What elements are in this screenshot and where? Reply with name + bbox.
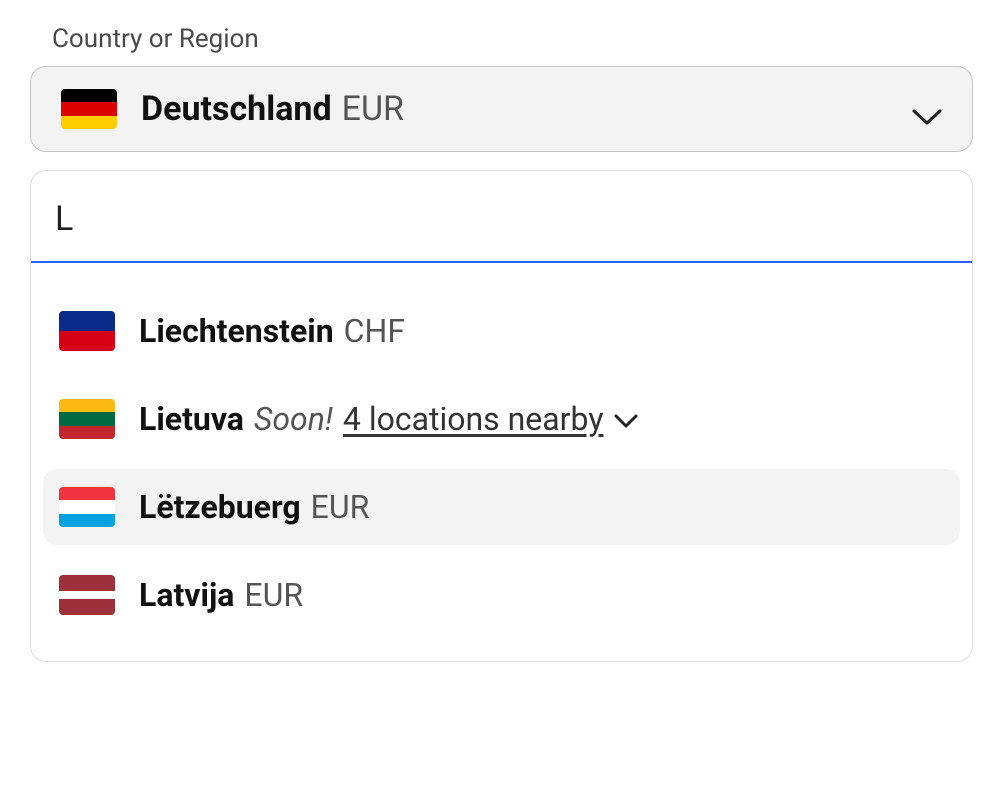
flag-icon-latvia bbox=[59, 575, 115, 615]
option-currency: EUR bbox=[244, 576, 303, 614]
field-label: Country or Region bbox=[52, 24, 973, 54]
chevron-down-icon[interactable] bbox=[613, 412, 639, 430]
flag-icon-germany bbox=[61, 89, 117, 129]
option-text: Latvija EUR bbox=[139, 576, 303, 614]
country-select[interactable]: Deutschland EUR bbox=[30, 66, 973, 152]
option-latvija[interactable]: Latvija EUR bbox=[43, 557, 960, 633]
option-name: Latvija bbox=[139, 576, 234, 614]
options-list: Liechtenstein CHF Lietuva Soon! 4 locati… bbox=[31, 263, 972, 633]
option-nearby-link[interactable]: 4 locations nearby bbox=[343, 400, 604, 438]
option-name: Lëtzebuerg bbox=[139, 488, 301, 526]
option-name: Liechtenstein bbox=[139, 312, 334, 350]
option-currency: EUR bbox=[311, 488, 370, 526]
option-text: Lëtzebuerg EUR bbox=[139, 488, 369, 526]
option-name: Lietuva bbox=[139, 400, 244, 438]
flag-icon-luxembourg bbox=[59, 487, 115, 527]
flag-icon-liechtenstein bbox=[59, 311, 115, 351]
flag-icon-lithuania bbox=[59, 399, 115, 439]
option-currency: CHF bbox=[344, 312, 405, 350]
selected-country-name: Deutschland bbox=[141, 92, 332, 126]
selected-value: Deutschland EUR bbox=[141, 92, 404, 126]
option-text: Liechtenstein CHF bbox=[139, 312, 405, 350]
country-search-input[interactable] bbox=[31, 171, 972, 263]
chevron-down-icon bbox=[910, 105, 944, 129]
option-letzebuerg[interactable]: Lëtzebuerg EUR bbox=[43, 469, 960, 545]
option-lietuva[interactable]: Lietuva Soon! 4 locations nearby bbox=[43, 381, 960, 457]
option-badge: Soon! bbox=[254, 400, 333, 438]
option-text: Lietuva Soon! 4 locations nearby bbox=[139, 400, 639, 438]
selected-currency: EUR bbox=[342, 92, 404, 126]
country-dropdown: Liechtenstein CHF Lietuva Soon! 4 locati… bbox=[30, 170, 973, 662]
option-liechtenstein[interactable]: Liechtenstein CHF bbox=[43, 293, 960, 369]
